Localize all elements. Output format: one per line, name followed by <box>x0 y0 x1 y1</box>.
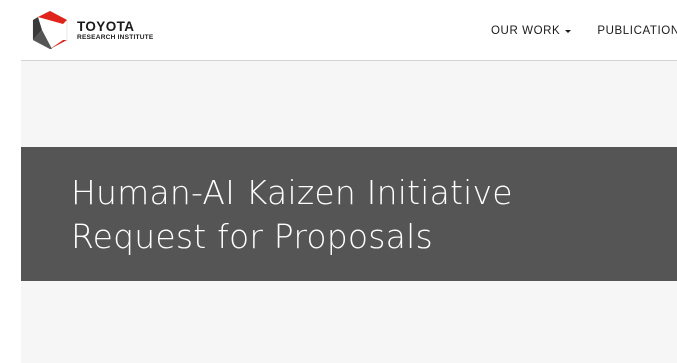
logo-wordmark: TOYOTA RESEARCH INSTITUTE <box>77 18 154 42</box>
page: TOYOTA RESEARCH INSTITUTE OUR WORK PUBLI… <box>0 0 677 363</box>
tri-logo-link[interactable]: TOYOTA RESEARCH INSTITUTE <box>30 10 154 50</box>
main-nav: OUR WORK PUBLICATIONS <box>491 25 677 37</box>
nav-label: OUR WORK <box>491 25 561 37</box>
nav-item-publications[interactable]: PUBLICATIONS <box>597 25 677 37</box>
page-title: Human-AI Kaizen Initiative Request for P… <box>71 171 671 259</box>
nav-item-our-work[interactable]: OUR WORK <box>491 25 572 37</box>
hero-banner: Human-AI Kaizen Initiative Request for P… <box>21 147 677 281</box>
tri-logo-icon <box>32 10 68 50</box>
logo-brand: TOYOTA <box>77 18 135 34</box>
nav-label: PUBLICATIONS <box>597 25 677 37</box>
caret-down-icon <box>565 30 572 33</box>
page-title-line-1: Human-AI Kaizen Initiative <box>71 173 513 212</box>
logo-subtitle: RESEARCH INSTITUTE <box>77 34 154 42</box>
site-header: TOYOTA RESEARCH INSTITUTE OUR WORK PUBLI… <box>0 0 677 61</box>
page-title-line-2: Request for Proposals <box>71 217 433 256</box>
